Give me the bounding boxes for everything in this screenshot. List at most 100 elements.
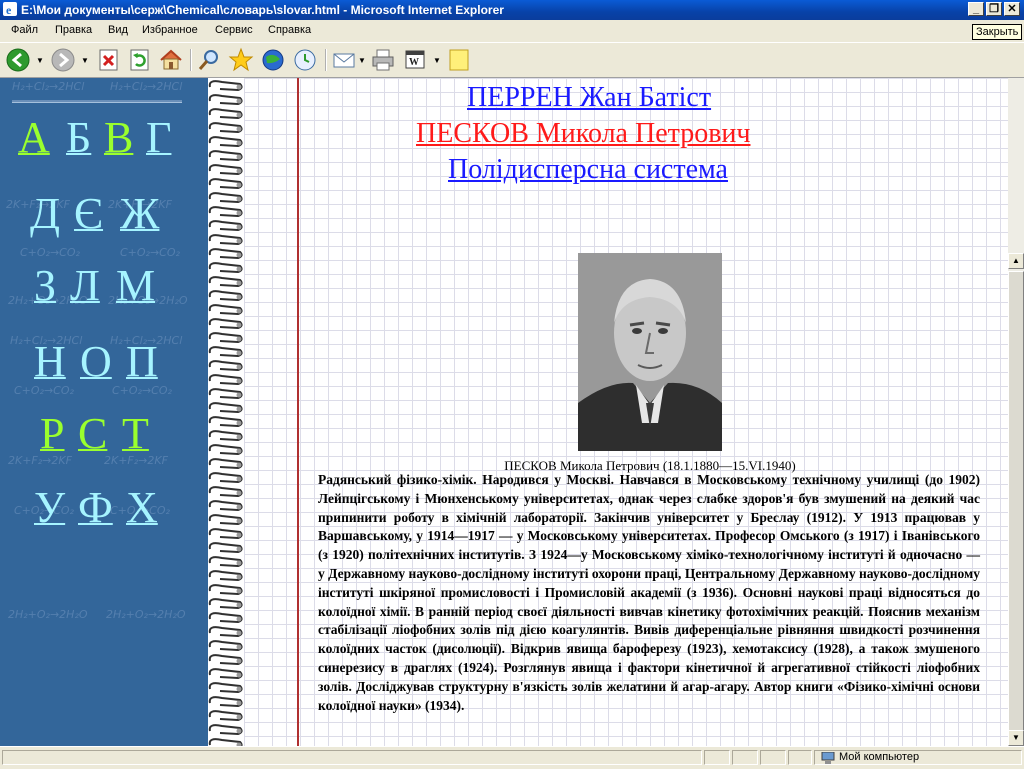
- scroll-up-arrow-icon[interactable]: ▲: [1008, 253, 1024, 269]
- spiral-ring: [208, 584, 243, 596]
- letter-link[interactable]: Є: [74, 192, 103, 236]
- spiral-ring: [208, 234, 243, 246]
- menu-tools[interactable]: Сервис: [215, 24, 253, 36]
- spiral-hole: [236, 112, 242, 118]
- spiral-ring: [208, 136, 243, 148]
- window-title: E:\Мои документы\серж\Chemical\словарь\s…: [21, 3, 504, 17]
- status-pane-main: [2, 750, 702, 765]
- refresh-icon[interactable]: [127, 47, 153, 73]
- spiral-hole: [236, 700, 242, 706]
- nav-divider: [12, 100, 182, 103]
- toolbar: ▼ ▼ ▼ W ▼: [0, 43, 1024, 78]
- letter-link[interactable]: З: [34, 264, 56, 308]
- letter-link[interactable]: Д: [30, 192, 60, 236]
- letter-link[interactable]: Г: [146, 116, 171, 160]
- letter-link[interactable]: О: [80, 340, 112, 384]
- spiral-hole: [236, 630, 242, 636]
- scrollbar-thumb[interactable]: [1008, 271, 1024, 735]
- spiral-ring: [208, 682, 243, 694]
- spiral-ring: [208, 178, 243, 190]
- menu-edit[interactable]: Правка: [55, 24, 92, 36]
- letter-link[interactable]: А: [18, 116, 50, 160]
- spiral-ring: [208, 332, 243, 344]
- mail-icon[interactable]: [331, 47, 357, 73]
- maximize-button[interactable]: ❐: [986, 2, 1002, 16]
- letter-link[interactable]: В: [104, 116, 133, 160]
- my-computer-icon: [821, 752, 835, 764]
- spiral-ring: [208, 724, 243, 736]
- background-formula: 2H₂+O₂→2H₂O: [8, 608, 88, 621]
- spiral-ring: [208, 430, 243, 442]
- spiral-hole: [236, 560, 242, 566]
- menu-view[interactable]: Вид: [108, 24, 128, 36]
- minimize-button[interactable]: _: [968, 2, 984, 16]
- letter-link[interactable]: П: [126, 340, 158, 384]
- history-icon[interactable]: [292, 47, 318, 73]
- back-icon[interactable]: [5, 47, 31, 73]
- background-formula: C+O₂→CO₂: [20, 246, 80, 259]
- spiral-hole: [236, 84, 242, 90]
- letter-link[interactable]: Н: [34, 340, 66, 384]
- mail-dropdown-icon[interactable]: ▼: [358, 56, 366, 65]
- spiral-hole: [236, 140, 242, 146]
- spiral-hole: [236, 308, 242, 314]
- letter-link[interactable]: Х: [126, 486, 158, 530]
- spiral-hole: [236, 644, 242, 650]
- vertical-scrollbar[interactable]: ▲ ▼: [1008, 78, 1024, 746]
- spiral-ring: [208, 640, 243, 652]
- menu-bar: Файл Правка Вид Избранное Сервис Справка: [0, 20, 1024, 43]
- letter-link[interactable]: Т: [122, 412, 149, 456]
- entry-link-peskov[interactable]: ПЕСКОВ Микола Петрович: [416, 118, 750, 150]
- spiral-ring: [208, 458, 243, 470]
- spiral-ring: [208, 500, 243, 512]
- spiral-hole: [236, 546, 242, 552]
- letter-link[interactable]: С: [78, 412, 107, 456]
- note-icon[interactable]: [446, 47, 472, 73]
- entry-link-polydisperse[interactable]: Полідисперсна система: [448, 154, 728, 186]
- forward-dropdown-icon[interactable]: ▼: [81, 56, 89, 65]
- spiral-ring: [208, 416, 243, 428]
- media-icon[interactable]: [260, 47, 286, 73]
- spiral-hole: [236, 490, 242, 496]
- status-pane: [788, 750, 812, 765]
- spiral-ring: [208, 472, 243, 484]
- entry-link-perren[interactable]: ПЕРРЕН Жан Батіст: [467, 82, 711, 114]
- edit-icon[interactable]: W: [402, 47, 428, 73]
- edit-dropdown-icon[interactable]: ▼: [433, 56, 441, 65]
- spiral-hole: [236, 602, 242, 608]
- search-icon[interactable]: [196, 47, 222, 73]
- spiral-ring: [208, 486, 243, 498]
- stop-icon[interactable]: [96, 47, 122, 73]
- status-pane: [732, 750, 758, 765]
- close-button[interactable]: ✕: [1004, 2, 1020, 16]
- home-icon[interactable]: [158, 47, 184, 73]
- status-pane: [760, 750, 786, 765]
- letter-link[interactable]: Л: [70, 264, 100, 308]
- spiral-hole: [236, 126, 242, 132]
- spiral-ring: [208, 276, 243, 288]
- spiral-hole: [236, 728, 242, 734]
- spiral-ring: [208, 248, 243, 260]
- menu-favorites[interactable]: Избранное: [142, 24, 198, 36]
- forward-icon[interactable]: [50, 47, 76, 73]
- spiral-ring: [208, 710, 243, 722]
- spiral-hole: [236, 210, 242, 216]
- menu-help[interactable]: Справка: [268, 24, 311, 36]
- print-icon[interactable]: [370, 47, 396, 73]
- letter-link[interactable]: Ф: [78, 486, 113, 530]
- back-dropdown-icon[interactable]: ▼: [36, 56, 44, 65]
- spiral-hole: [236, 266, 242, 272]
- letter-link[interactable]: Б: [66, 116, 91, 160]
- letter-link[interactable]: У: [34, 486, 65, 530]
- letter-link[interactable]: Р: [40, 412, 64, 456]
- letter-link[interactable]: Ж: [120, 192, 159, 236]
- spiral-ring: [208, 402, 243, 414]
- menu-file[interactable]: Файл: [11, 24, 38, 36]
- favorites-icon[interactable]: [228, 47, 254, 73]
- portrait-photo: [578, 253, 722, 451]
- scroll-down-arrow-icon[interactable]: ▼: [1008, 730, 1024, 746]
- spiral-ring: [208, 388, 243, 400]
- letter-link[interactable]: М: [116, 264, 155, 308]
- spiral-hole: [236, 238, 242, 244]
- spiral-hole: [236, 448, 242, 454]
